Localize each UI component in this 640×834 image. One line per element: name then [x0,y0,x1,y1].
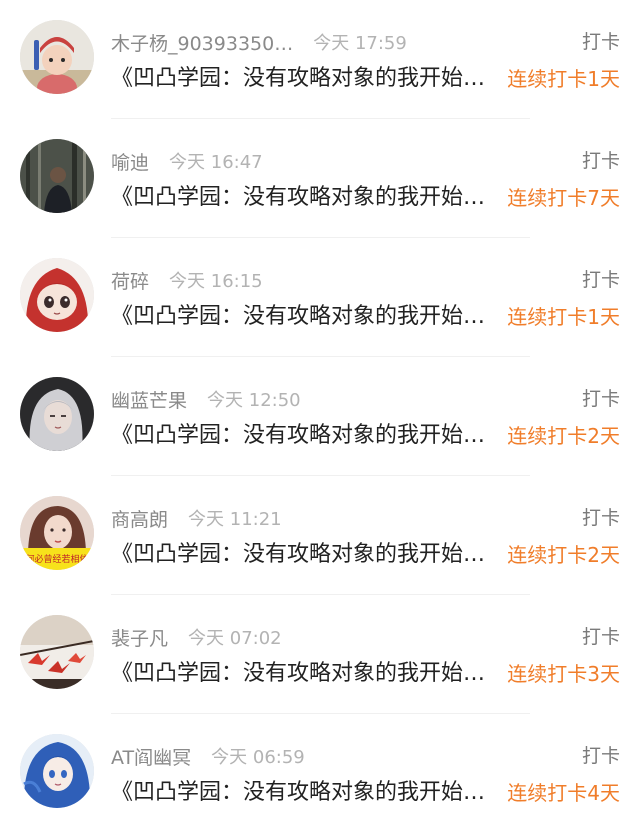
timestamp: 今天 17:59 [313,33,407,54]
portrait-caption-avatar-icon: 何必曾经若相依 [20,496,94,570]
checkin-feed: 木子杨_90393350… 今天 17:59 打卡 《凹凸学园：没有攻略对象的我… [0,0,640,834]
username[interactable]: 幽蓝芒果 [111,386,187,413]
timestamp: 今天 16:15 [169,271,263,292]
streak-badge: 连续打卡1天 [507,305,620,329]
timestamp: 今天 11:21 [188,509,282,530]
checkin-content[interactable]: 《凹凸学园：没有攻略对象的我开始打卡 [111,419,499,453]
avatar-caption: 何必曾经若相依 [25,553,88,565]
activity-type: 打卡 [581,626,620,648]
timestamp: 今天 07:02 [188,628,282,649]
username[interactable]: 商高朗 [111,505,168,532]
activity-type: 打卡 [581,150,620,172]
feed-item[interactable]: 荷碎 今天 16:15 打卡 《凹凸学园：没有攻略对象的我开始打卡 连续打卡1天 [0,238,640,357]
checkin-content[interactable]: 《凹凸学园：没有攻略对象的我开始打卡 [111,62,499,96]
avatar[interactable] [20,734,94,808]
feed-item[interactable]: 木子杨_90393350… 今天 17:59 打卡 《凹凸学园：没有攻略对象的我… [0,0,640,119]
streak-badge: 连续打卡1天 [507,67,620,91]
forest-person-avatar-icon [20,139,94,213]
item-meta: 荷碎 今天 16:15 [111,266,263,294]
checkin-content[interactable]: 《凹凸学园：没有攻略对象的我开始打卡 [111,657,499,691]
paper-cranes-avatar-icon [20,615,94,689]
streak-badge: 连续打卡3天 [507,662,620,686]
item-meta: 木子杨_90393350… 今天 17:59 [111,28,407,56]
streak-badge: 连续打卡4天 [507,781,620,805]
feed-item[interactable]: 何必曾经若相依 商高朗 今天 11:21 打卡 《凹凸学园：没有攻略对象的我开始… [0,476,640,595]
avatar[interactable] [20,20,94,94]
avatar[interactable] [20,139,94,213]
username[interactable]: 荷碎 [111,267,149,294]
checkin-content[interactable]: 《凹凸学园：没有攻略对象的我开始打卡 [111,538,499,572]
streak-badge: 连续打卡7天 [507,186,620,210]
feed-item[interactable]: 裴子凡 今天 07:02 打卡 《凹凸学园：没有攻略对象的我开始打卡 连续打卡3… [0,595,640,714]
activity-type: 打卡 [581,388,620,410]
streak-badge: 连续打卡2天 [507,543,620,567]
feed-item[interactable]: AT阎幽冥 今天 06:59 打卡 《凹凸学园：没有攻略对象的我开始打卡 连续打… [0,714,640,833]
silver-hair-girl-avatar-icon [20,377,94,451]
item-meta: 裴子凡 今天 07:02 [111,623,282,651]
red-hair-girl-avatar-icon [20,258,94,332]
item-meta: 幽蓝芒果 今天 12:50 [111,385,301,413]
item-meta: AT阎幽冥 今天 06:59 [111,742,305,770]
avatar[interactable] [20,615,94,689]
checkin-content[interactable]: 《凹凸学园：没有攻略对象的我开始打卡 [111,181,499,215]
timestamp: 今天 16:47 [169,152,263,173]
streak-badge: 连续打卡2天 [507,424,620,448]
checkin-content[interactable]: 《凹凸学园：没有攻略对象的我开始打卡 [111,300,499,334]
activity-type: 打卡 [581,745,620,767]
username[interactable]: AT阎幽冥 [111,743,191,770]
child-avatar-icon [20,20,94,94]
activity-type: 打卡 [581,507,620,529]
item-meta: 商高朗 今天 11:21 [111,504,282,532]
item-meta: 喻迪 今天 16:47 [111,147,263,175]
timestamp: 今天 06:59 [211,747,305,768]
username[interactable]: 裴子凡 [111,624,168,651]
blue-hair-girl-avatar-icon [20,734,94,808]
avatar[interactable] [20,258,94,332]
feed-item[interactable]: 幽蓝芒果 今天 12:50 打卡 《凹凸学园：没有攻略对象的我开始打卡 连续打卡… [0,357,640,476]
checkin-content[interactable]: 《凹凸学园：没有攻略对象的我开始打卡 [111,776,499,810]
timestamp: 今天 12:50 [207,390,301,411]
activity-type: 打卡 [581,31,620,53]
username[interactable]: 木子杨_90393350… [111,29,293,56]
activity-type: 打卡 [581,269,620,291]
username[interactable]: 喻迪 [111,148,149,175]
avatar[interactable]: 何必曾经若相依 [20,496,94,570]
feed-item[interactable]: 喻迪 今天 16:47 打卡 《凹凸学园：没有攻略对象的我开始打卡 连续打卡7天 [0,119,640,238]
avatar[interactable] [20,377,94,451]
